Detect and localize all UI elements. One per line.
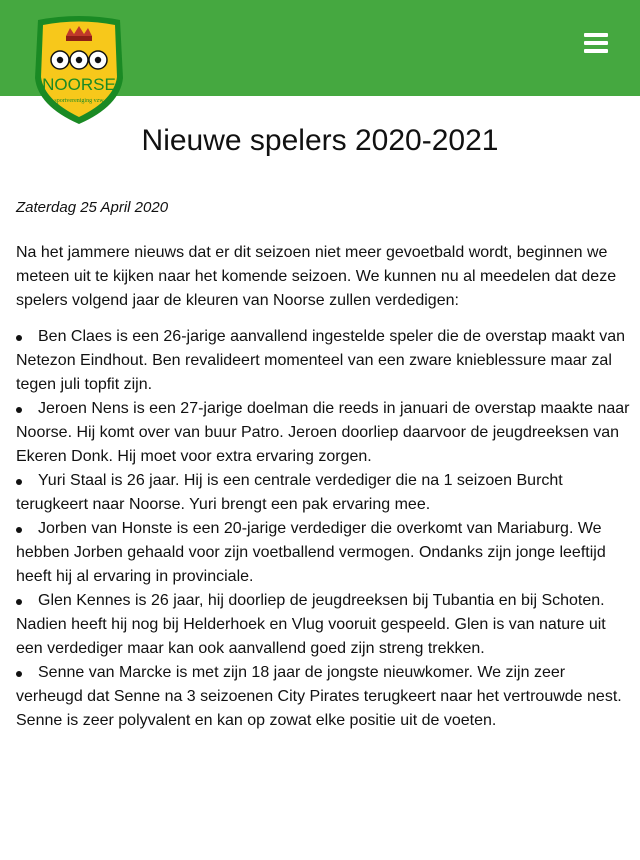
- list-item: Senne van Marcke is met zijn 18 jaar de …: [16, 661, 632, 733]
- list-item: Glen Kennes is 26 jaar, hij doorliep de …: [16, 589, 632, 661]
- list-item: Jorben van Honste is een 20-jarige verde…: [16, 517, 632, 589]
- list-item: Ben Claes is een 26-jarige aanvallend in…: [16, 325, 632, 397]
- logo-wordmark: NOORSE: [42, 75, 116, 94]
- article-body: Na het jammere nieuws dat er dit seizoen…: [16, 241, 632, 733]
- football-icon: [50, 50, 108, 70]
- list-item: Yuri Staal is 26 jaar. Hij is een centra…: [16, 469, 632, 517]
- list-item: Jeroen Nens is een 27-jarige doelman die…: [16, 397, 632, 469]
- logo-subtext: sportvereniging vzw: [54, 98, 104, 104]
- article-intro: Na het jammere nieuws dat er dit seizoen…: [16, 244, 617, 309]
- player-list: Ben Claes is een 26-jarige aanvallend in…: [16, 325, 632, 733]
- article-date: Zaterdag 25 April 2020: [16, 199, 169, 216]
- crown-icon: [66, 26, 92, 41]
- article-title: Nieuwe spelers 2020-2021: [141, 124, 499, 157]
- club-logo[interactable]: NOORSE sportvereniging vzw: [30, 14, 128, 126]
- hamburger-menu-icon[interactable]: [584, 33, 608, 55]
